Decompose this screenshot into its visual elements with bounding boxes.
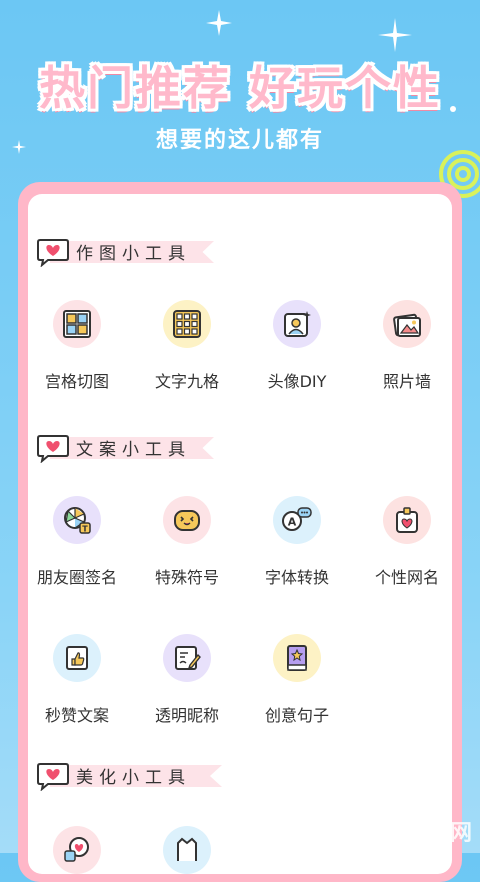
tool-label: 朋友圈签名 [36, 568, 117, 587]
nickname-icon [383, 496, 431, 544]
tool-font-convert[interactable]: A 字体转换 [242, 496, 352, 588]
tool-label: 文字九格 [154, 372, 219, 391]
tool-emoji-symbol[interactable]: 特殊符号 [132, 496, 242, 588]
sparkle-icon [12, 140, 26, 154]
section-header-beautify-tools: 美化小工具 [36, 761, 226, 791]
tool-beautify-frame[interactable] [132, 826, 242, 874]
section-title: 文案小工具 [76, 440, 191, 460]
grid-cut-icon [53, 300, 101, 348]
creative-book-icon [273, 634, 321, 682]
section-title: 作图小工具 [76, 244, 191, 264]
section-header-copywriting-tools: 文案小工具 [36, 433, 216, 463]
sparkle-icon [450, 106, 456, 112]
tool-label: 秒赞文案 [44, 706, 109, 725]
beautify-heart-icon [53, 826, 101, 874]
svg-text:A: A [288, 516, 297, 529]
avatar-diy-icon [273, 300, 321, 348]
tool-label: 照片墙 [382, 372, 431, 391]
sparkle-icon [378, 18, 412, 52]
tool-avatar-diy[interactable]: 头像DIY [242, 300, 352, 392]
tool-transparent-name[interactable]: 透明昵称 [132, 634, 242, 726]
heart-bubble-icon [37, 763, 69, 791]
beautify-frame-icon [163, 826, 211, 874]
tool-label: 头像DIY [267, 372, 327, 391]
tool-creative-book[interactable]: 创意句子 [242, 634, 352, 726]
heart-bubble-icon [37, 239, 69, 267]
sparkle-icon [206, 10, 232, 36]
section-header-drawing-tools: 作图小工具 [36, 237, 216, 267]
tool-nickname[interactable]: 个性网名 [352, 496, 462, 588]
hero-subtitle: 想要的这儿都有 [155, 128, 324, 153]
transparent-name-icon [163, 634, 211, 682]
tool-label: 特殊符号 [154, 568, 219, 587]
photo-wall-icon [383, 300, 431, 348]
font-convert-icon: A [273, 496, 321, 544]
nine-grid-icon [163, 300, 211, 348]
hero-title: 热门推荐 好玩个性 [38, 61, 441, 115]
tool-label: 创意句子 [264, 706, 329, 725]
tool-label: 宫格切图 [44, 372, 109, 391]
tool-nine-grid[interactable]: 文字九格 [132, 300, 242, 392]
tool-label: 透明昵称 [154, 706, 219, 725]
tool-moments-signature[interactable]: T 朋友圈签名 [22, 496, 132, 588]
svg-text:T: T [82, 525, 88, 534]
watermark: 818手游网 [360, 821, 472, 846]
tool-photo-wall[interactable]: 照片墙 [352, 300, 462, 392]
tool-grid-cut[interactable]: 宫格切图 [22, 300, 132, 392]
tool-label: 字体转换 [264, 568, 329, 587]
emoji-symbol-icon [163, 496, 211, 544]
tool-beautify-heart[interactable] [22, 826, 132, 874]
heart-bubble-icon [37, 435, 69, 463]
thumbs-up-icon [53, 634, 101, 682]
section-title: 美化小工具 [76, 768, 191, 788]
tool-thumbs-up[interactable]: 秒赞文案 [22, 634, 132, 726]
moments-signature-icon: T [53, 496, 101, 544]
tool-label: 个性网名 [374, 568, 439, 587]
